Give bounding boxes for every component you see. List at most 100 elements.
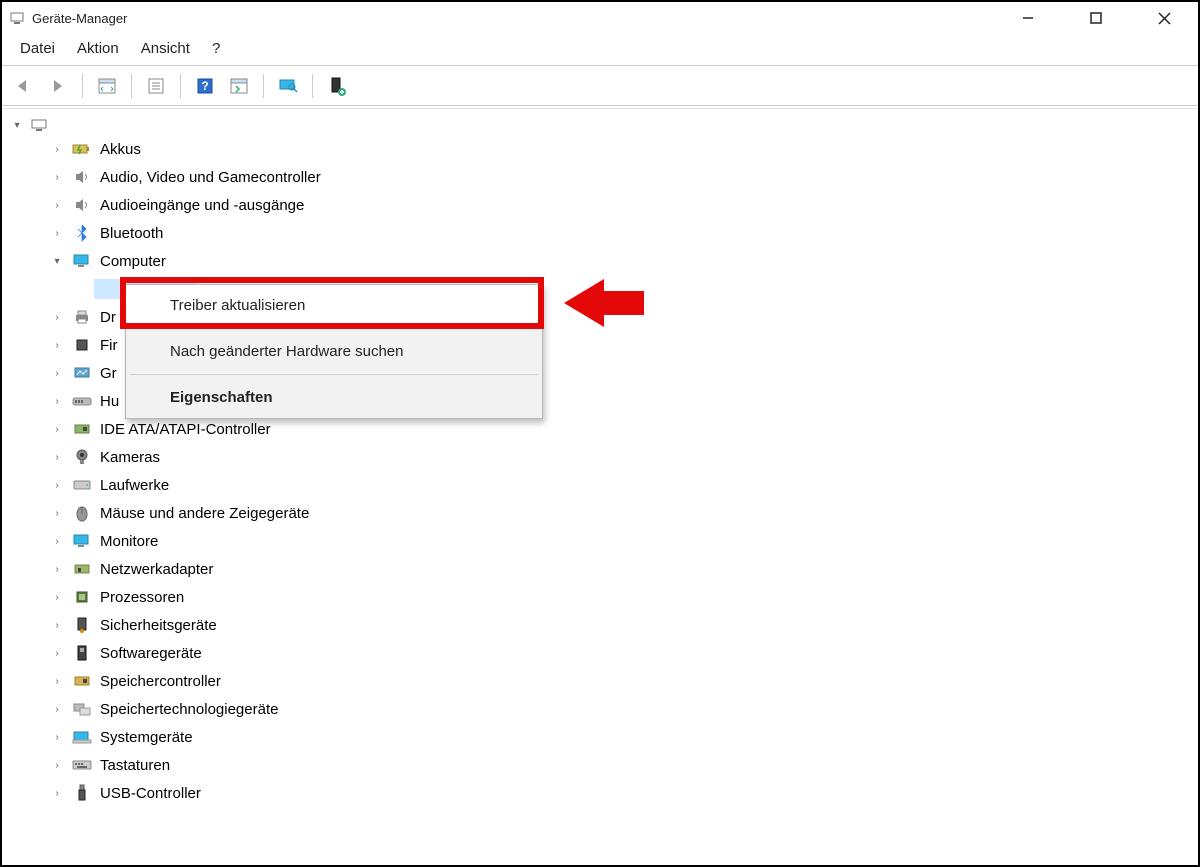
toolbar-divider [263,74,264,98]
tree-item-label: Hu [100,393,119,410]
tree-item-ide[interactable]: › IDE ATA/ATAPI-Controller [6,415,1198,443]
device-tree: ▾ › Akkus › Audio, Video und Gamecontrol… [2,108,1198,855]
chevron-right-icon[interactable]: › [50,758,64,772]
chevron-right-icon[interactable]: › [50,674,64,688]
toolbar-divider [131,74,132,98]
tree-item-system[interactable]: › Systemgeräte [6,723,1198,751]
nav-back-button[interactable] [10,72,38,100]
chevron-right-icon[interactable]: › [50,478,64,492]
add-device-button[interactable] [323,72,351,100]
tree-item-label: Sicherheitsgeräte [100,617,217,634]
keyboard-icon [72,755,92,775]
tree-item-label: IDE ATA/ATAPI-Controller [100,421,271,438]
tree-item-label: Laufwerke [100,477,169,494]
tree-item-netzwerk[interactable]: › Netzwerkadapter [6,555,1198,583]
computer-root-icon [30,117,48,133]
help-button[interactable]: ? [191,72,219,100]
tree-item-sicherheit[interactable]: › Sicherheitsgeräte [6,611,1198,639]
chevron-right-icon[interactable]: › [50,226,64,240]
tree-item-label: USB-Controller [100,785,201,802]
monitor-icon [72,531,92,551]
minimize-button[interactable] [1010,4,1046,32]
context-menu: Treiber aktualisieren Nach geänderter Ha… [125,284,543,419]
tree-item-label: Computer [100,253,166,270]
scan-hardware-button[interactable] [225,72,253,100]
tree-item-speichertechnologie[interactable]: › Speichertechnologiegeräte [6,695,1198,723]
tree-item-label: Mäuse und andere Zeigegeräte [100,505,309,522]
tree-item-software[interactable]: › Softwaregeräte [6,639,1198,667]
context-menu-update-driver[interactable]: Treiber aktualisieren [126,285,542,326]
monitor-icon [72,251,92,271]
tree-item-maus[interactable]: › Mäuse und andere Zeigegeräte [6,499,1198,527]
chevron-right-icon[interactable]: › [50,590,64,604]
hid-icon [72,391,92,411]
tree-item-label: Softwaregeräte [100,645,202,662]
chevron-right-icon[interactable]: › [50,366,64,380]
tree-item-prozessoren[interactable]: › Prozessoren [6,583,1198,611]
tree-item-usb[interactable]: › USB-Controller [6,779,1198,807]
tree-item-speichercontroller[interactable]: › Speichercontroller [6,667,1198,695]
security-icon [72,615,92,635]
network-icon [72,559,92,579]
chevron-right-icon[interactable]: › [50,142,64,156]
tree-item-kameras[interactable]: › Kameras [6,443,1198,471]
tree-item-tastaturen[interactable]: › Tastaturen [6,751,1198,779]
tree-item-bluetooth[interactable]: › Bluetooth [6,219,1198,247]
chevron-right-icon[interactable]: › [50,450,64,464]
chevron-right-icon[interactable]: › [50,646,64,660]
chevron-right-icon[interactable]: › [50,562,64,576]
tree-item-laufwerke[interactable]: › Laufwerke [6,471,1198,499]
tree-item-akkus[interactable]: › Akkus [6,135,1198,163]
tree-item-computer[interactable]: ▾ Computer [6,247,1198,275]
tree-item-label: Speichercontroller [100,673,221,690]
camera-icon [72,447,92,467]
chevron-right-icon[interactable]: › [50,394,64,408]
chevron-right-icon[interactable]: › [50,506,64,520]
menu-help[interactable]: ? [212,40,220,57]
menu-datei[interactable]: Datei [20,40,55,57]
chevron-right-icon[interactable]: › [50,310,64,324]
chevron-right-icon[interactable]: › [50,786,64,800]
tree-item-label: Bluetooth [100,225,163,242]
chevron-right-icon[interactable]: › [50,618,64,632]
controller-icon [72,419,92,439]
mouse-icon [72,503,92,523]
context-menu-properties[interactable]: Eigenschaften [126,377,542,418]
chevron-down-icon[interactable]: ▾ [10,118,24,132]
close-button[interactable] [1146,4,1182,32]
chevron-right-icon[interactable]: › [50,534,64,548]
chevron-right-icon[interactable]: › [50,702,64,716]
software-icon [72,643,92,663]
tree-item-label: Fir [100,337,118,354]
chevron-right-icon[interactable]: › [50,422,64,436]
cpu-icon [72,587,92,607]
chevron-right-icon[interactable]: › [50,730,64,744]
nav-forward-button[interactable] [44,72,72,100]
toolbar-divider [82,74,83,98]
maximize-button[interactable] [1078,4,1114,32]
display-icon [72,363,92,383]
tree-item-audio-io[interactable]: › Audioeingänge und -ausgänge [6,191,1198,219]
menu-ansicht[interactable]: Ansicht [141,40,190,57]
context-menu-scan-hardware[interactable]: Nach geänderter Hardware suchen [126,331,542,372]
tree-item-label: Prozessoren [100,589,184,606]
chevron-right-icon[interactable]: › [50,198,64,212]
chevron-right-icon[interactable]: › [50,338,64,352]
properties-button[interactable] [142,72,170,100]
tree-item-monitore[interactable]: › Monitore [6,527,1198,555]
bluetooth-icon [72,223,92,243]
chevron-down-icon[interactable]: ▾ [50,254,64,268]
menu-aktion[interactable]: Aktion [77,40,119,57]
tree-item-audio-video[interactable]: › Audio, Video und Gamecontroller [6,163,1198,191]
tree-item-label: Akkus [100,141,141,158]
show-hide-tree-button[interactable] [93,72,121,100]
tree-item-label: Systemgeräte [100,729,193,746]
context-menu-divider [130,374,538,375]
printer-icon [72,307,92,327]
system-icon [72,727,92,747]
storage-tech-icon [72,699,92,719]
chevron-right-icon[interactable]: › [50,170,64,184]
tree-root[interactable]: ▾ [6,115,1198,135]
titlebar: Geräte-Manager [2,2,1198,34]
monitor-icon-button[interactable] [274,72,302,100]
